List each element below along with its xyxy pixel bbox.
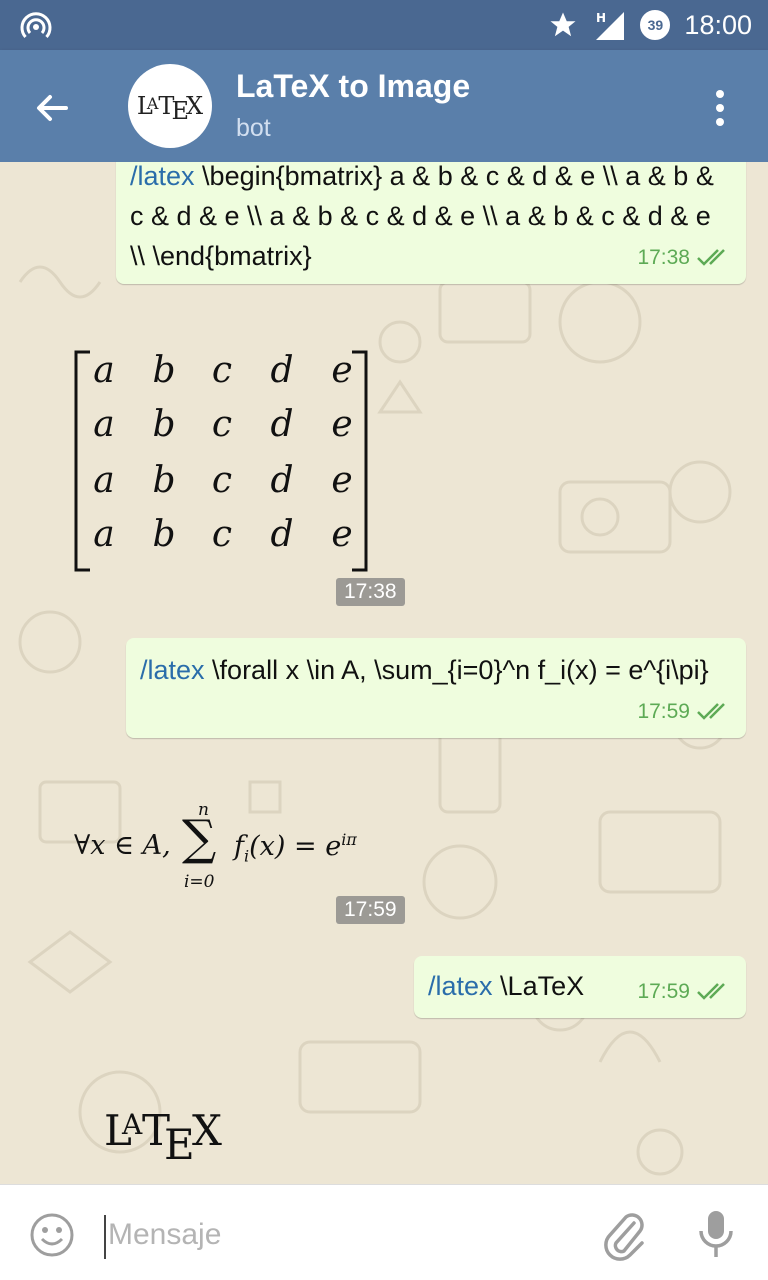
matrix-cell: d — [270, 404, 294, 445]
image-time: 17:59 — [336, 896, 405, 924]
command-link[interactable]: /latex — [428, 971, 493, 1001]
message-time: 17:38 — [637, 246, 690, 269]
paperclip-icon[interactable] — [600, 1209, 648, 1261]
message-bubble[interactable]: /latex \LaTeX 17:59 — [414, 956, 746, 1018]
emoji-icon[interactable] — [28, 1211, 76, 1259]
matrix-cell: c — [211, 404, 233, 445]
formula-forall: ∀x ∈ A, — [74, 830, 171, 861]
chat-header: LATEX LaTeX to Image bot — [0, 50, 768, 162]
command-link[interactable]: /latex — [130, 162, 195, 191]
message-bubble[interactable]: /latex \forall x \in A, \sum_{i=0}^n f_i… — [126, 638, 746, 738]
matrix-cell: b — [152, 460, 176, 501]
hotspot-icon — [20, 12, 52, 38]
text-cursor — [104, 1215, 106, 1259]
rendered-formula-image[interactable]: ∀x ∈ A, n ∑ i=0 fi(x) = eiπ — [74, 800, 374, 896]
double-check-icon — [697, 983, 725, 1000]
matrix-cell: e — [331, 460, 353, 501]
status-bar: H 39 18:00 — [0, 0, 768, 50]
logo-a: A — [122, 1108, 143, 1141]
matrix-cell: a — [93, 460, 115, 501]
matrix-cell: e — [331, 404, 353, 445]
message-meta: 17:59 — [637, 972, 732, 1012]
matrix-cell: d — [270, 350, 294, 391]
message-time: 17:59 — [637, 980, 690, 1003]
formula-sum-lower: i=0 — [184, 872, 215, 892]
matrix-cell: d — [270, 514, 294, 555]
matrix-cell: b — [152, 350, 176, 391]
message-meta: 17:59 — [637, 692, 732, 732]
rendered-latex-logo-image[interactable]: L A T E X — [104, 1106, 244, 1176]
avatar-latex-logo: LATEX — [136, 92, 204, 125]
matrix-cell: a — [93, 514, 115, 555]
matrix-cell: b — [152, 404, 176, 445]
message-bubble[interactable]: /latex \begin{bmatrix} a & b & c & d & e… — [116, 162, 746, 284]
chat-title[interactable]: LaTeX to Image — [236, 68, 470, 105]
matrix-cell: a — [93, 350, 115, 391]
avatar[interactable]: LATEX — [128, 64, 212, 148]
matrix-cell: c — [211, 350, 233, 391]
chat-subtitle: bot — [236, 114, 271, 142]
formula-sum: ∑ — [182, 810, 217, 866]
message-input[interactable] — [108, 1213, 568, 1257]
message-text: /latex \forall x \in A, \sum_{i=0}^n f_i… — [140, 655, 709, 685]
back-arrow-icon[interactable] — [30, 86, 74, 130]
signal-icon: H — [596, 11, 625, 40]
matrix-cell: d — [270, 460, 294, 501]
matrix-cell: e — [331, 350, 353, 391]
message-input-bar — [0, 1184, 768, 1280]
formula-rhs: fi(x) = eiπ — [234, 830, 357, 866]
matrix-cell: e — [331, 514, 353, 555]
svg-text:H: H — [596, 11, 606, 25]
double-check-icon — [697, 249, 725, 266]
rendered-matrix-image[interactable]: a b c d e a b c d e a b c d e a b c d e — [72, 350, 372, 572]
matrix-cell: b — [152, 514, 176, 555]
more-vert-icon[interactable] — [708, 88, 732, 128]
clock: 18:00 — [684, 9, 752, 40]
microphone-icon[interactable] — [696, 1209, 736, 1261]
star-icon — [550, 12, 576, 37]
battery-icon: 39 — [640, 10, 671, 40]
double-check-icon — [697, 703, 725, 720]
logo-e: E — [164, 1120, 195, 1169]
matrix-cells: a b c d e a b c d e a b c d e a b c d e — [72, 350, 372, 572]
matrix-cell: c — [211, 460, 233, 501]
command-link[interactable]: /latex — [140, 655, 205, 685]
matrix-cell: a — [93, 404, 115, 445]
chat-area[interactable]: /latex \begin{bmatrix} a & b & c & d & e… — [0, 162, 768, 1184]
message-time: 17:59 — [637, 700, 690, 723]
matrix-cell: c — [211, 514, 233, 555]
logo-x: X — [192, 1106, 222, 1155]
image-time: 17:38 — [336, 578, 405, 606]
message-meta: 17:38 — [637, 238, 732, 278]
